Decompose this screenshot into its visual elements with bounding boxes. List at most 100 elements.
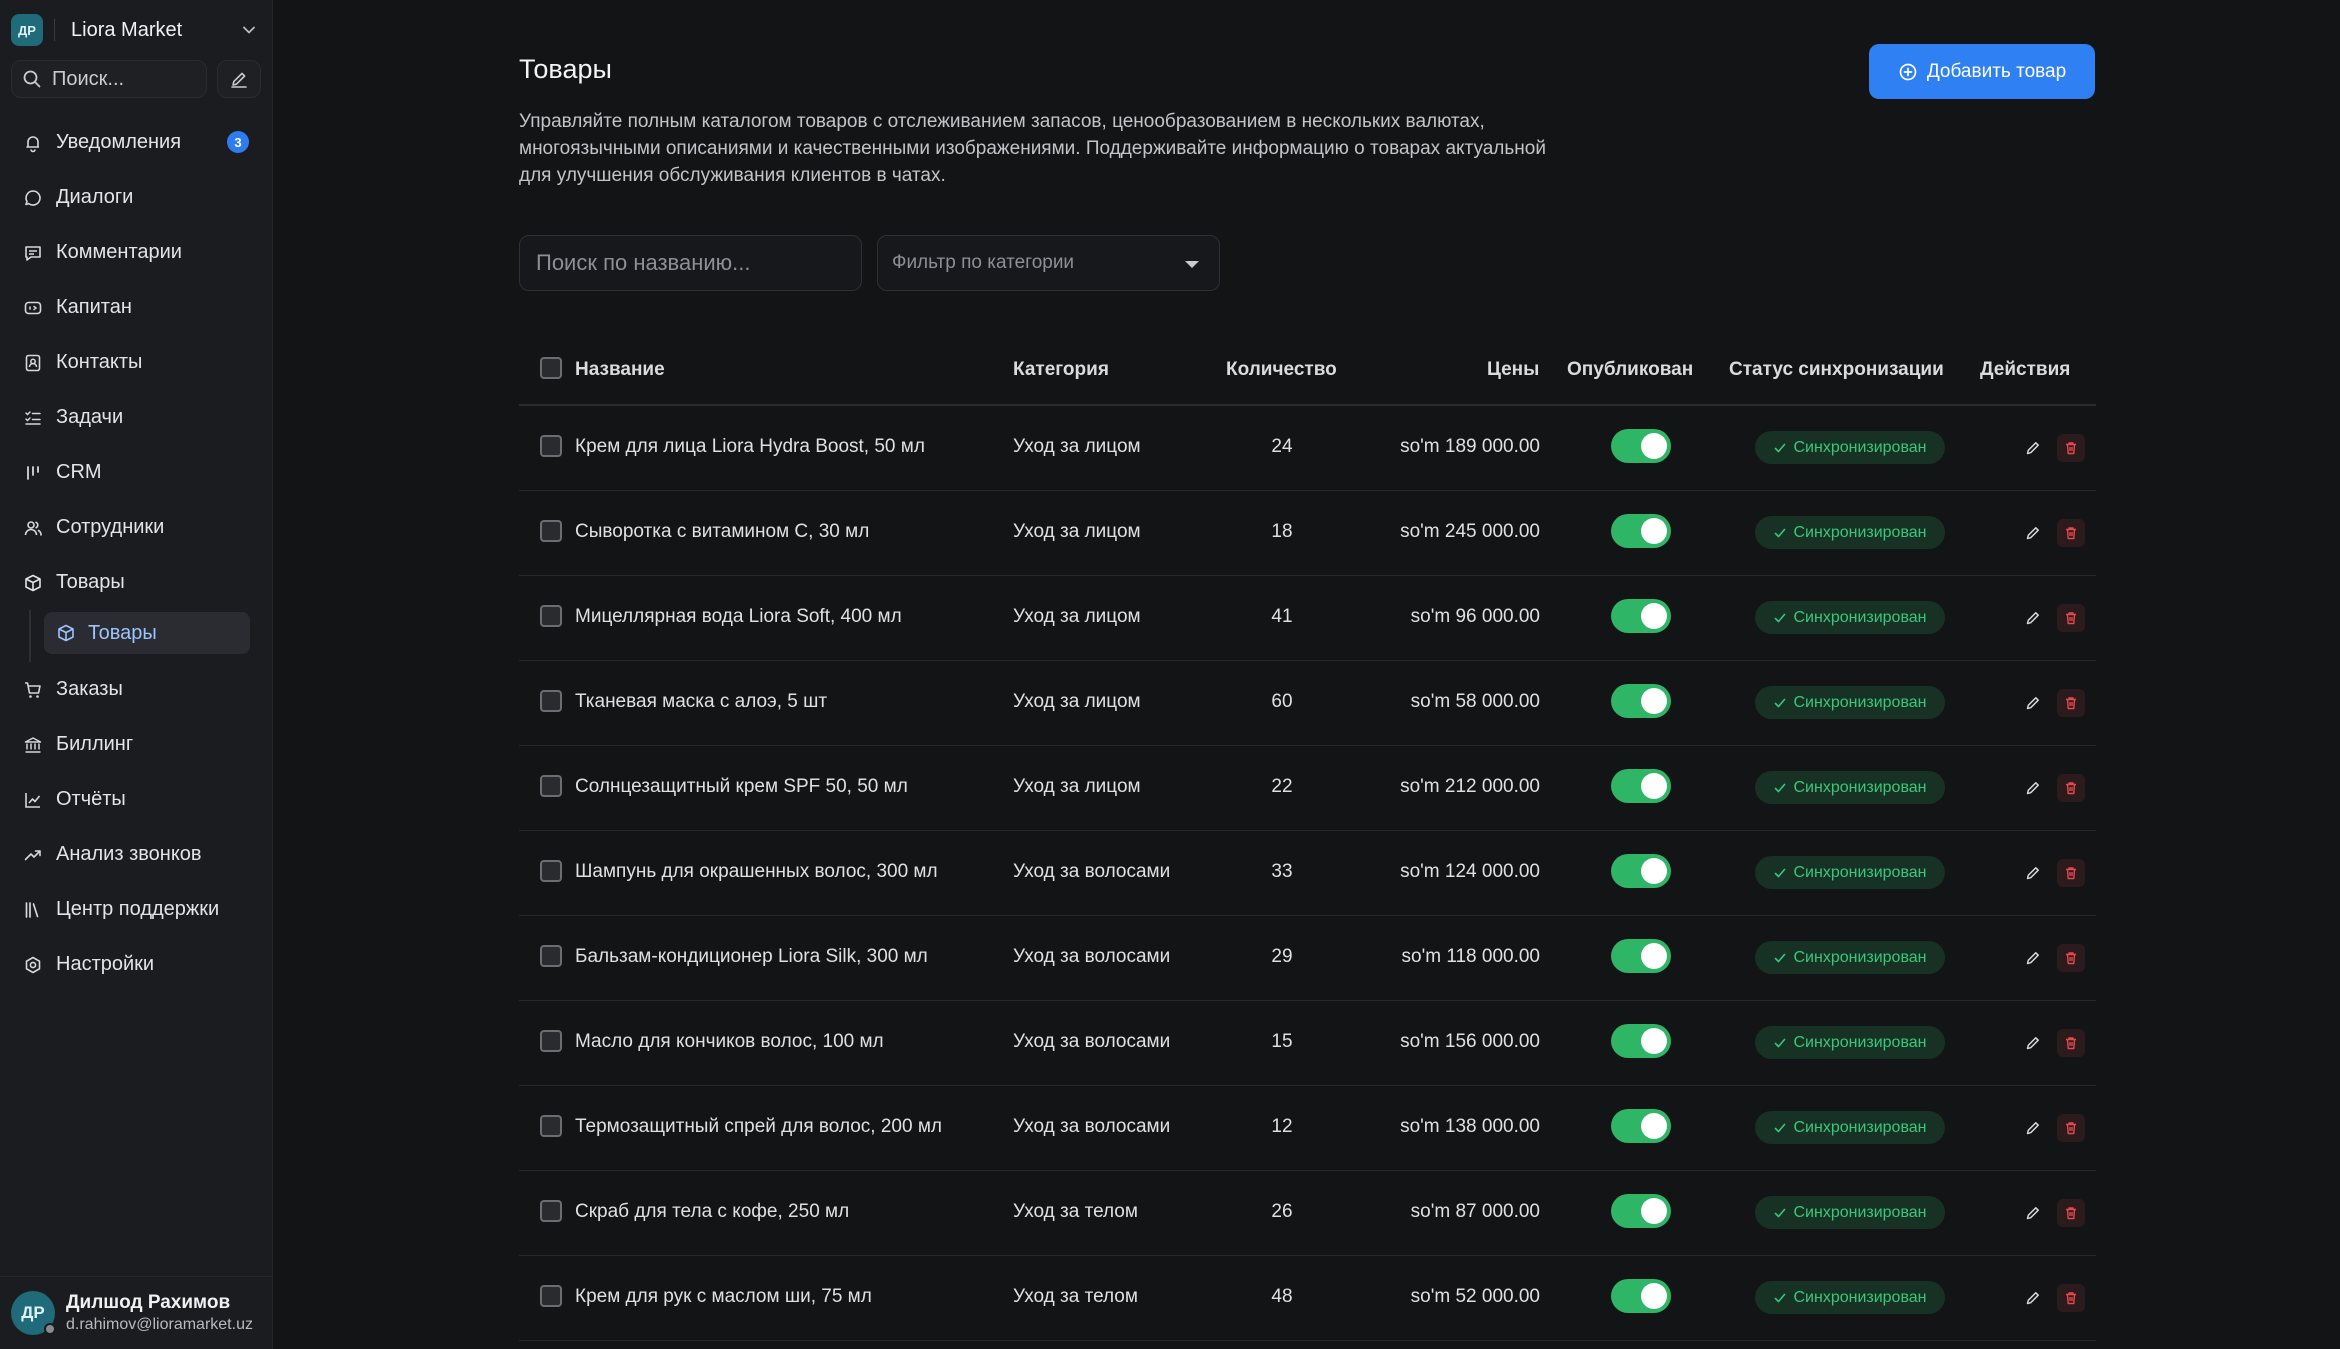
edit-button[interactable] [2019,689,2047,717]
row-checkbox[interactable] [540,605,562,627]
delete-button[interactable] [2057,1029,2085,1057]
header-quantity[interactable]: Количество [1226,359,1337,381]
product-name[interactable]: Скраб для тела с кофе, 250 мл [575,1201,849,1223]
published-toggle[interactable] [1611,1024,1671,1058]
product-name[interactable]: Термозащитный спрей для волос, 200 мл [575,1116,942,1138]
published-toggle[interactable] [1611,769,1671,803]
sidebar-search-input[interactable]: Поиск... [11,60,207,98]
sidebar-item-crm[interactable]: CRM [0,445,273,500]
add-product-button[interactable]: Добавить товар [1869,44,2095,99]
sidebar-item-billing[interactable]: Биллинг [0,717,273,772]
sidebar-item-employees[interactable]: Сотрудники [0,500,273,555]
row-checkbox[interactable] [540,1200,562,1222]
select-all-checkbox[interactable] [540,357,562,379]
sidebar-item-notifications[interactable]: Уведомления 3 [0,115,273,170]
sidebar-item-support-center[interactable]: Центр поддержки [0,882,273,937]
product-name[interactable]: Тканевая маска с алоэ, 5 шт [575,691,827,713]
edit-button[interactable] [2019,1114,2047,1142]
edit-button[interactable] [2019,1284,2047,1312]
sidebar-item-comments[interactable]: Комментарии [0,225,273,280]
product-quantity: 33 [1271,861,1293,882]
edit-button[interactable] [2019,944,2047,972]
published-toggle[interactable] [1611,684,1671,718]
product-search-input[interactable]: Поиск по названию... [519,235,862,291]
edit-button[interactable] [2019,1029,2047,1057]
sidebar-item-label: Заказы [56,678,123,700]
product-price: so'm 52 000.00 [1410,1286,1540,1307]
published-toggle[interactable] [1611,939,1671,973]
delete-button[interactable] [2057,519,2085,547]
edit-button[interactable] [2019,859,2047,887]
published-toggle[interactable] [1611,1194,1671,1228]
row-checkbox[interactable] [540,1030,562,1052]
user-profile[interactable]: ДР Дилшод Рахимов d.rahimov@lioramarket.… [0,1276,273,1349]
product-category: Уход за лицом [1013,606,1141,627]
sidebar-item-orders[interactable]: Заказы [0,662,273,717]
product-name[interactable]: Крем для лица Liora Hydra Boost, 50 мл [575,436,925,458]
workspace-switcher[interactable]: ДР Liora Market [11,12,259,48]
delete-button[interactable] [2057,859,2085,887]
product-name[interactable]: Масло для кончиков волос, 100 мл [575,1031,884,1053]
delete-button[interactable] [2057,689,2085,717]
product-name[interactable]: Сыворотка с витамином С, 30 мл [575,521,869,543]
notification-badge: 3 [227,131,249,153]
product-category: Уход за телом [1013,1201,1138,1222]
header-category[interactable]: Категория [1013,359,1109,381]
product-name[interactable]: Крем для рук с маслом ши, 75 мл [575,1286,872,1308]
sidebar-item-call-analysis[interactable]: Анализ звонков [0,827,273,882]
delete-button[interactable] [2057,1114,2085,1142]
product-name[interactable]: Мицеллярная вода Liora Soft, 400 мл [575,606,902,628]
compose-button[interactable] [217,60,261,98]
chevron-down-icon[interactable] [239,20,259,40]
published-toggle[interactable] [1611,429,1671,463]
delete-button[interactable] [2057,604,2085,632]
header-name[interactable]: Название [575,359,665,381]
row-checkbox[interactable] [540,1285,562,1307]
sidebar-item-products[interactable]: Товары [0,555,273,610]
sidebar-item-label: Контакты [56,351,143,373]
edit-button[interactable] [2019,604,2047,632]
search-icon [23,70,41,88]
row-checkbox[interactable] [540,690,562,712]
header-published[interactable]: Опубликован [1567,359,1693,381]
published-toggle[interactable] [1611,854,1671,888]
row-checkbox[interactable] [540,860,562,882]
delete-button[interactable] [2057,774,2085,802]
edit-button[interactable] [2019,434,2047,462]
product-name[interactable]: Бальзам-кондиционер Liora Silk, 300 мл [575,946,928,968]
sidebar-item-captain[interactable]: Капитан [0,280,273,335]
product-name[interactable]: Шампунь для окрашенных волос, 300 мл [575,861,938,883]
edit-button[interactable] [2019,774,2047,802]
product-quantity: 18 [1271,521,1293,542]
check-icon [1775,953,1786,962]
sync-status-label: Синхронизирован [1793,608,1927,626]
row-checkbox[interactable] [540,1115,562,1137]
sidebar-item-contacts[interactable]: Контакты [0,335,273,390]
row-checkbox[interactable] [540,775,562,797]
delete-button[interactable] [2057,1284,2085,1312]
published-toggle[interactable] [1611,1279,1671,1313]
published-toggle[interactable] [1611,514,1671,548]
sidebar-item-dialogs[interactable]: Диалоги [0,170,273,225]
edit-button[interactable] [2019,519,2047,547]
sidebar-item-settings[interactable]: Настройки [0,937,273,992]
sidebar-subitem-products[interactable]: Товары [44,612,250,654]
toggle-knob [1641,943,1667,969]
edit-button[interactable] [2019,1199,2047,1227]
published-toggle[interactable] [1611,1109,1671,1143]
header-prices[interactable]: Цены [1487,359,1539,381]
delete-button[interactable] [2057,944,2085,972]
sidebar-item-tasks[interactable]: Задачи [0,390,273,445]
delete-button[interactable] [2057,1199,2085,1227]
row-checkbox[interactable] [540,435,562,457]
row-checkbox[interactable] [540,520,562,542]
delete-button[interactable] [2057,434,2085,462]
product-name[interactable]: Солнцезащитный крем SPF 50, 50 мл [575,776,908,798]
category-filter-select[interactable]: Фильтр по категории [877,235,1220,291]
published-toggle[interactable] [1611,599,1671,633]
users-icon [22,517,44,539]
sidebar-item-reports[interactable]: Отчёты [0,772,273,827]
sync-status-label: Синхронизирован [1793,438,1927,456]
status-badge: Синхронизирован [1755,516,1945,549]
row-checkbox[interactable] [540,945,562,967]
